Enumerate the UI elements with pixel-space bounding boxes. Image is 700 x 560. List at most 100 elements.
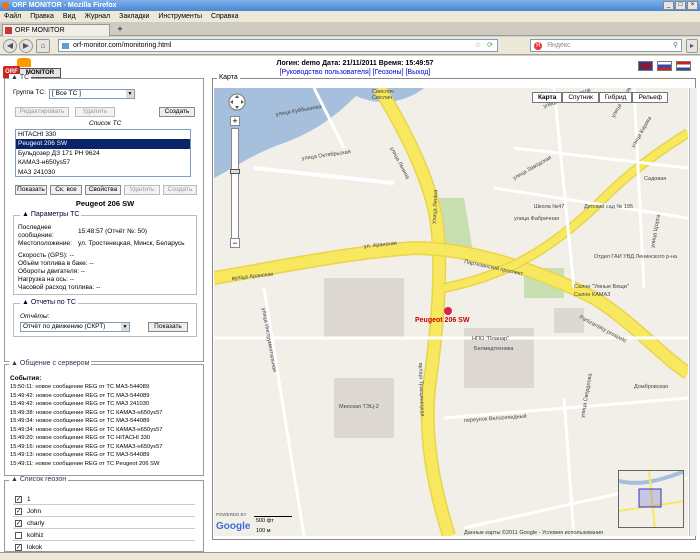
minimize-button[interactable]: _ bbox=[663, 1, 674, 10]
event-item: 15:49:16: новое сообщение REG от ТС КАМА… bbox=[10, 443, 163, 450]
geozone-item[interactable]: ✓ 1 bbox=[13, 494, 195, 505]
tc-list-item-selected[interactable]: Peugeot 206 SW bbox=[16, 139, 190, 149]
map-canvas[interactable]: Peugeot 206 SW Свислоч Свіслач улица Куй… bbox=[214, 88, 688, 536]
zoom-out-button[interactable]: − bbox=[230, 238, 240, 248]
geozone-name: 1 bbox=[27, 496, 31, 503]
events-list: 15:50:11: новое сообщение REG от ТС МАЗ-… bbox=[10, 383, 163, 468]
geozone-item[interactable]: ✓ charly bbox=[13, 518, 195, 529]
delete-tc-button[interactable]: Удалить bbox=[124, 185, 160, 195]
vehicle-marker-icon[interactable] bbox=[444, 307, 452, 315]
firefox-icon bbox=[2, 2, 9, 9]
site-identity-icon bbox=[62, 43, 69, 49]
address-bar[interactable]: orf-monitor.com/monitoring.html ☆ ⟳ bbox=[58, 39, 498, 52]
event-item: 15:49:34: новое сообщение REG от ТС МАЗ-… bbox=[10, 418, 150, 424]
rpm-field: Обороты двигателя: -- bbox=[18, 268, 86, 275]
geozone-checkbox[interactable]: ✓ bbox=[15, 520, 22, 527]
map-scrollbar[interactable] bbox=[689, 88, 697, 536]
label-n195: Детский сад № 195 bbox=[584, 203, 633, 210]
delete-button[interactable]: Удалить bbox=[75, 107, 115, 117]
zoom-slider[interactable] bbox=[230, 128, 240, 246]
reports-label: Отчёты: bbox=[20, 313, 50, 320]
map-type-terrain[interactable]: Рельеф bbox=[632, 92, 669, 103]
geozone-checkbox[interactable]: ✓ bbox=[15, 544, 22, 551]
forward-button[interactable]: ▶ bbox=[19, 39, 33, 53]
geozones-legend-text: Список геозон bbox=[19, 476, 67, 483]
powered-by-text: POWERED BY bbox=[216, 512, 247, 517]
search-box[interactable]: Я Яндекс ⚲ bbox=[530, 39, 682, 52]
search-icon[interactable]: ⚲ bbox=[673, 40, 678, 52]
create-tc-button[interactable]: Создать bbox=[163, 185, 197, 195]
navigation-bar: ◀ ▶ ⌂ orf-monitor.com/monitoring.html ☆ … bbox=[0, 37, 700, 55]
group-label: Группа ТС: bbox=[13, 89, 46, 96]
addons-button[interactable]: ▸ bbox=[686, 39, 698, 53]
label-n47: Школа №47 bbox=[534, 204, 564, 210]
reports-select[interactable]: Отчёт по движению (СКРТ) ▼ bbox=[20, 322, 130, 332]
geozone-item[interactable]: ✓ John bbox=[13, 506, 195, 517]
overview-map[interactable] bbox=[618, 470, 684, 528]
show-report-button[interactable]: Показать bbox=[148, 322, 188, 332]
reload-icon[interactable]: ⟳ bbox=[487, 40, 493, 52]
browser-tab[interactable]: ORF MONITOR bbox=[2, 24, 110, 36]
event-item: 15:49:42: новое сообщение REG от ТС МАЗ … bbox=[10, 401, 150, 407]
zoom-handle[interactable] bbox=[230, 169, 240, 174]
english-flag-icon[interactable] bbox=[638, 61, 653, 71]
menu-tools[interactable]: Инструменты bbox=[158, 11, 202, 22]
window-controls: _ □ × bbox=[663, 1, 698, 10]
label-minsk-tec: Минская ТЭЦ-2 bbox=[339, 404, 379, 410]
show-button[interactable]: Показать bbox=[15, 185, 47, 195]
building-block bbox=[324, 278, 404, 338]
tc-list[interactable]: HITACHI 330 Peugeot 206 SW Бульдозер ДЗ … bbox=[15, 129, 191, 177]
menu-help[interactable]: Справка bbox=[211, 11, 238, 22]
search-placeholder: Яндекс bbox=[547, 42, 571, 49]
menu-edit[interactable]: Правка bbox=[30, 11, 54, 22]
new-tab-button[interactable]: + bbox=[114, 24, 126, 35]
pan-control[interactable] bbox=[228, 93, 246, 111]
maximize-button[interactable]: □ bbox=[675, 1, 686, 10]
geozone-name: kolhiz bbox=[27, 532, 44, 539]
menu-view[interactable]: Вид bbox=[63, 11, 76, 22]
hide-all-button[interactable]: Ск. все bbox=[50, 185, 82, 195]
label-ulica-lenina: Улица Леніна bbox=[432, 189, 439, 224]
tc-list-item[interactable]: КАМАЗ-н650уs57 bbox=[18, 158, 190, 167]
group-select-value: [ Все ТС ] bbox=[52, 90, 81, 97]
zoom-in-button[interactable]: + bbox=[230, 116, 240, 126]
menu-history[interactable]: Журнал bbox=[85, 11, 111, 22]
tc-list-item[interactable]: Бульдозер ДЗ 171 РН 9624 bbox=[18, 149, 190, 158]
russian-flag-icon[interactable] bbox=[657, 61, 672, 71]
home-button[interactable]: ⌂ bbox=[36, 39, 50, 53]
tc-list-item[interactable]: HITACHI 330 bbox=[18, 130, 190, 139]
geozone-checkbox[interactable] bbox=[15, 532, 22, 539]
url-text: orf-monitor.com/monitoring.html bbox=[73, 42, 172, 49]
server-legend: ▲ Общение с сервером bbox=[9, 360, 92, 367]
dutch-flag-icon[interactable] bbox=[676, 61, 691, 71]
label-belmedtehnika: Белмедтехника bbox=[474, 346, 514, 352]
event-item: 15:50:11: новое сообщение REG от ТС МАЗ-… bbox=[10, 384, 150, 390]
bookmark-star-icon[interactable]: ☆ bbox=[475, 40, 481, 52]
consumption-field: Часовой расход топлива: -- bbox=[18, 284, 101, 291]
label-npo: НПО "Планар" bbox=[472, 336, 509, 342]
menu-bookmarks[interactable]: Закладки bbox=[119, 11, 149, 22]
group-select[interactable]: [ Все ТС ] ▼ bbox=[49, 89, 135, 99]
geozones-legend: ▲ Список геозон bbox=[9, 476, 69, 483]
chevron-down-icon: ▼ bbox=[121, 323, 129, 331]
create-button[interactable]: Создать bbox=[159, 107, 195, 117]
edit-button[interactable]: Редактировать bbox=[15, 107, 69, 117]
map-type-hybrid[interactable]: Гибрид bbox=[598, 92, 633, 103]
map-type-map[interactable]: Карта bbox=[532, 92, 563, 103]
server-panel: ▲ Общение с сервером События: 15:50:11: … bbox=[4, 360, 204, 476]
header-links[interactable]: [Руководство пользователя] [Геозоны] [Вы… bbox=[280, 69, 431, 76]
geozone-item[interactable]: kolhiz bbox=[13, 530, 195, 541]
session-details: Логин: demo Дата: 21/11/2011 Время: 15:4… bbox=[276, 60, 434, 67]
tc-list-item[interactable]: МАЗ 241030 bbox=[18, 168, 190, 176]
menu-file[interactable]: Файл bbox=[4, 11, 21, 22]
label-gaiu: Отдел ГАИ УВД Ленинского р-на bbox=[594, 254, 678, 260]
geozone-checkbox[interactable]: ✓ bbox=[15, 508, 22, 515]
vehicle-marker-label: Peugeot 206 SW bbox=[415, 317, 470, 324]
back-button[interactable]: ◀ bbox=[3, 39, 17, 53]
geozone-checkbox[interactable]: ✓ bbox=[15, 496, 22, 503]
map-copyright[interactable]: Данные карты ©2011 Google - Условия испо… bbox=[464, 529, 603, 536]
map-type-satellite[interactable]: Спутник bbox=[562, 92, 599, 103]
properties-button[interactable]: Свойства bbox=[85, 185, 121, 195]
close-button[interactable]: × bbox=[687, 1, 698, 10]
event-item: 15:49:11: новое сообщение REG от ТС Peug… bbox=[10, 460, 160, 467]
